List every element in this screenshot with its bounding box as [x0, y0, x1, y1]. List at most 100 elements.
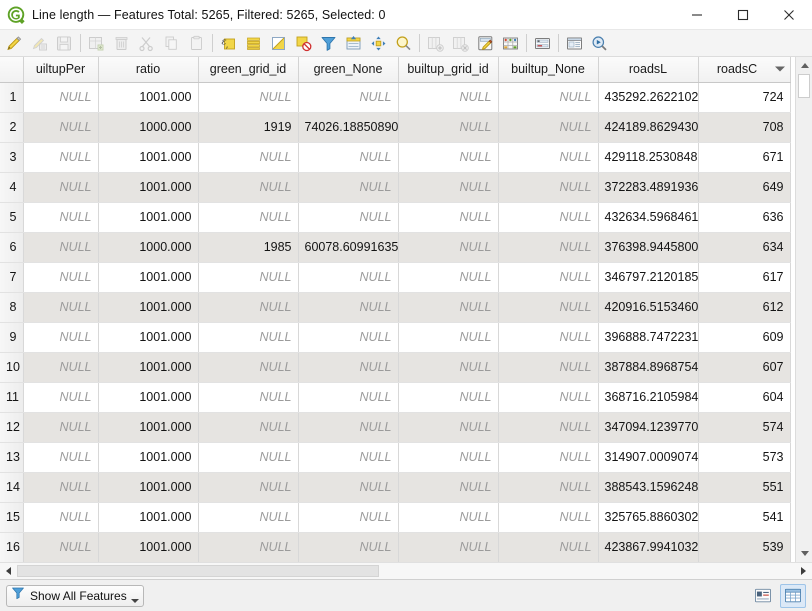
row-number-cell[interactable]: 14 — [0, 472, 24, 503]
row-number-cell[interactable]: 10 — [0, 352, 24, 383]
close-button[interactable] — [766, 0, 812, 30]
table-row[interactable]: 8 NULL 1001.000 NULL NULL NULL NULL 420916.5153… — [0, 292, 791, 323]
column-header-green_grid_id[interactable]: green_grid_id — [198, 57, 299, 83]
cell-builtup_grid_id[interactable]: NULL — [398, 202, 499, 233]
cell-builtupPer[interactable]: NULL — [23, 232, 99, 263]
cell-ratio[interactable]: 1001.000 — [98, 142, 199, 173]
vertical-scroll-track[interactable] — [796, 74, 812, 545]
cell-green_None[interactable]: NULL — [298, 202, 399, 233]
cell-green_grid_id[interactable]: NULL — [198, 412, 299, 443]
cell-builtupPer[interactable]: NULL — [23, 412, 99, 443]
cell-builtupPer[interactable]: NULL — [23, 442, 99, 473]
cell-roadsC[interactable]: 612 — [698, 292, 791, 323]
cell-builtupPer[interactable]: NULL — [23, 292, 99, 323]
cell-roadsC[interactable]: 636 — [698, 202, 791, 233]
cell-builtupPer[interactable]: NULL — [23, 322, 99, 353]
row-number-cell[interactable]: 5 — [0, 202, 24, 233]
scroll-right-button[interactable] — [795, 563, 812, 579]
cell-green_grid_id[interactable]: NULL — [198, 322, 299, 353]
cell-green_grid_id[interactable]: NULL — [198, 292, 299, 323]
cell-roadsL[interactable]: 372283.4891936… — [598, 172, 699, 203]
cell-ratio[interactable]: 1001.000 — [98, 82, 199, 113]
table-row[interactable]: 10 NULL 1001.000 NULL NULL NULL NULL 387884.896… — [0, 352, 791, 383]
row-number-cell[interactable]: 15 — [0, 502, 24, 533]
cell-roadsC[interactable]: 551 — [698, 472, 791, 503]
cell-green_grid_id[interactable]: NULL — [198, 172, 299, 203]
paste-features-icon[interactable] — [184, 31, 209, 56]
cell-roadsL[interactable]: 423867.9941032… — [598, 532, 699, 562]
cell-green_grid_id[interactable]: NULL — [198, 262, 299, 293]
table-row[interactable]: 1 NULL 1001.000 NULL NULL NULL NULL 435292.2622… — [0, 82, 791, 113]
cell-roadsL[interactable]: 387884.8968754… — [598, 352, 699, 383]
row-number-cell[interactable]: 16 — [0, 532, 24, 562]
cell-builtup_None[interactable]: NULL — [498, 232, 599, 263]
cell-green_grid_id[interactable]: NULL — [198, 442, 299, 473]
cell-green_grid_id[interactable]: NULL — [198, 532, 299, 562]
cell-roadsL[interactable]: 376398.9445800… — [598, 232, 699, 263]
cell-builtupPer[interactable]: NULL — [23, 502, 99, 533]
actions-icon[interactable] — [587, 31, 612, 56]
cell-roadsC[interactable]: 634 — [698, 232, 791, 263]
cell-green_None[interactable]: 60078.60991635… — [298, 232, 399, 263]
cell-roadsL[interactable]: 388543.1596248… — [598, 472, 699, 503]
column-header-builtup_None[interactable]: builtup_None — [498, 57, 599, 83]
cell-roadsL[interactable]: 346797.2120185… — [598, 262, 699, 293]
cell-green_None[interactable]: NULL — [298, 472, 399, 503]
reload-table-icon[interactable] — [52, 31, 77, 56]
form-view-button[interactable] — [750, 584, 776, 608]
cell-roadsL[interactable]: 314907.0009074… — [598, 442, 699, 473]
cell-roadsL[interactable]: 325765.8860302… — [598, 502, 699, 533]
form-view-icon[interactable] — [562, 31, 587, 56]
cell-builtup_grid_id[interactable]: NULL — [398, 262, 499, 293]
show-all-features-button[interactable]: Show All Features — [6, 584, 144, 607]
scroll-down-button[interactable] — [796, 545, 812, 562]
row-number-cell[interactable]: 8 — [0, 292, 24, 323]
cell-builtupPer[interactable]: NULL — [23, 202, 99, 233]
cell-ratio[interactable]: 1001.000 — [98, 292, 199, 323]
cell-builtup_None[interactable]: NULL — [498, 322, 599, 353]
cell-builtup_None[interactable]: NULL — [498, 112, 599, 143]
cell-roadsL[interactable]: 396888.7472231… — [598, 322, 699, 353]
new-field-icon[interactable] — [423, 31, 448, 56]
table-row[interactable]: 16 NULL 1001.000 NULL NULL NULL NULL 423867.994… — [0, 532, 791, 562]
cell-builtup_None[interactable]: NULL — [498, 472, 599, 503]
cell-builtupPer[interactable]: NULL — [23, 82, 99, 113]
cell-ratio[interactable]: 1001.000 — [98, 532, 199, 562]
cell-roadsC[interactable]: 574 — [698, 412, 791, 443]
cell-green_None[interactable]: NULL — [298, 142, 399, 173]
cell-green_grid_id[interactable]: 1985 — [198, 232, 299, 263]
row-number-cell[interactable]: 7 — [0, 262, 24, 293]
horizontal-scrollbar[interactable] — [0, 562, 812, 579]
cell-builtup_grid_id[interactable]: NULL — [398, 352, 499, 383]
cell-roadsC[interactable]: 607 — [698, 352, 791, 383]
cell-builtupPer[interactable]: NULL — [23, 142, 99, 173]
cell-ratio[interactable]: 1000.000 — [98, 112, 199, 143]
cell-roadsC[interactable]: 604 — [698, 382, 791, 413]
row-number-cell[interactable]: 12 — [0, 412, 24, 443]
cell-roadsC[interactable]: 708 — [698, 112, 791, 143]
cell-builtup_None[interactable]: NULL — [498, 532, 599, 562]
cell-builtup_None[interactable]: NULL — [498, 142, 599, 173]
cell-roadsL[interactable]: 435292.262210231 — [598, 82, 699, 113]
cell-builtup_None[interactable]: NULL — [498, 82, 599, 113]
cell-builtup_None[interactable]: NULL — [498, 352, 599, 383]
vertical-scroll-thumb[interactable] — [798, 74, 810, 98]
cell-builtup_None[interactable]: NULL — [498, 202, 599, 233]
pan-to-selection-icon[interactable] — [366, 31, 391, 56]
cell-ratio[interactable]: 1001.000 — [98, 382, 199, 413]
row-number-cell[interactable]: 6 — [0, 232, 24, 263]
cell-green_None[interactable]: NULL — [298, 292, 399, 323]
cell-roadsC[interactable]: 724 — [698, 82, 791, 113]
copy-features-icon[interactable] — [159, 31, 184, 56]
cell-builtup_None[interactable]: NULL — [498, 442, 599, 473]
cell-ratio[interactable]: 1001.000 — [98, 442, 199, 473]
add-feature-icon[interactable] — [84, 31, 109, 56]
table-view-button[interactable] — [780, 583, 806, 608]
organize-columns-icon[interactable] — [530, 31, 555, 56]
cell-green_grid_id[interactable]: NULL — [198, 82, 299, 113]
table-row[interactable]: 2 NULL 1000.000 1919 74026.188508909 NULL NULL… — [0, 112, 791, 143]
horizontal-scroll-thumb[interactable] — [17, 565, 379, 577]
cell-builtupPer[interactable]: NULL — [23, 172, 99, 203]
cell-builtup_grid_id[interactable]: NULL — [398, 532, 499, 562]
cell-green_None[interactable]: NULL — [298, 442, 399, 473]
